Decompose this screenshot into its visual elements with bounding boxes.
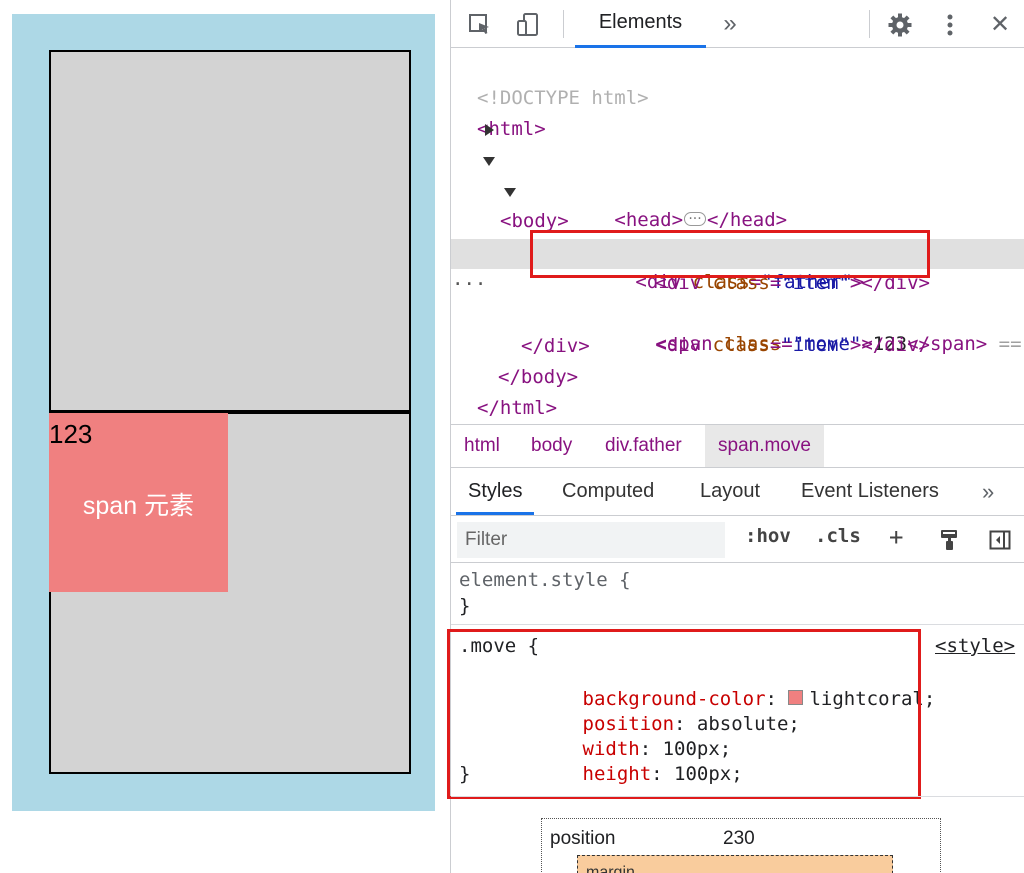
- dom-node-body[interactable]: <body>: [451, 146, 1024, 232]
- gear-icon[interactable]: [885, 10, 915, 40]
- filter-input[interactable]: [457, 522, 725, 558]
- tab-elements[interactable]: Elements: [575, 0, 706, 48]
- tab-computed[interactable]: Computed: [562, 468, 654, 515]
- tab-layout[interactable]: Layout: [700, 468, 760, 515]
- inspect-element-icon[interactable]: [465, 10, 495, 40]
- span-move-text: 123: [49, 419, 93, 449]
- rule-divider: [451, 796, 1024, 797]
- breadcrumb: html body div.father span.move: [451, 424, 1024, 468]
- span-caption: span 元素: [82, 492, 195, 520]
- dom-node-body-close[interactable]: </body>: [451, 332, 1024, 388]
- cls-button[interactable]: .cls: [815, 525, 861, 547]
- toolbar-separator: [563, 10, 564, 38]
- kebab-menu-icon[interactable]: [937, 10, 963, 40]
- highlight-box-dom: [530, 230, 930, 278]
- dom-node-div-father[interactable]: <div class="father">: [451, 177, 1024, 293]
- box-model-position-value[interactable]: 230: [723, 828, 755, 850]
- dom-node-head[interactable]: <head></head>: [451, 115, 1024, 234]
- breadcrumb-html[interactable]: html: [451, 425, 513, 467]
- devtools-panel: Elements » ✕ <!DOCTYPE html> <html> <hea…: [447, 0, 1024, 873]
- dom-node-html-close[interactable]: </html>: [451, 363, 1024, 419]
- box-model-margin-label: margin: [586, 864, 635, 873]
- stylesheet-source-link[interactable]: <style>: [935, 635, 1015, 657]
- close-icon[interactable]: ✕: [985, 8, 1015, 40]
- more-subtabs-icon[interactable]: »: [982, 468, 994, 515]
- dom-tree: <!DOCTYPE html> <html> <head></head> <bo…: [451, 50, 1024, 422]
- styles-subtabs: Styles Computed Layout Event Listeners »: [451, 468, 1024, 516]
- breadcrumb-span-move[interactable]: span.move: [705, 425, 824, 467]
- breadcrumb-div-father[interactable]: div.father: [592, 425, 695, 467]
- more-tabs-icon[interactable]: »: [717, 9, 743, 39]
- tab-styles[interactable]: Styles: [456, 468, 535, 515]
- devtools-toolbar: Elements » ✕: [451, 0, 1024, 48]
- filter-bar: :hov .cls +: [451, 517, 1024, 563]
- collapse-arrow-icon[interactable]: [483, 157, 495, 166]
- rule-divider: [451, 624, 1024, 625]
- styles-pane: element.style { } .move { <style> backgr…: [447, 564, 1024, 873]
- collapse-arrow-icon[interactable]: [504, 188, 516, 197]
- breadcrumb-body[interactable]: body: [518, 425, 585, 467]
- element-style-selector[interactable]: element.style {: [459, 568, 631, 593]
- new-rule-button[interactable]: +: [889, 523, 903, 551]
- hov-button[interactable]: :hov: [745, 525, 791, 547]
- page-preview: 123 span 元素: [12, 14, 435, 811]
- paint-roller-icon[interactable]: [937, 527, 963, 553]
- box-model-margin: margin: [577, 855, 893, 873]
- highlight-box-styles: [447, 629, 921, 799]
- dom-node-html[interactable]: <html>: [451, 84, 1024, 140]
- expand-arrow-icon[interactable]: [485, 124, 494, 136]
- element-style-close: }: [459, 595, 471, 617]
- dom-node-doctype[interactable]: <!DOCTYPE html>: [451, 53, 1024, 109]
- device-toolbar-icon[interactable]: [513, 10, 543, 40]
- dom-node-div-close[interactable]: </div>: [451, 301, 1024, 357]
- toolbar-separator: [869, 10, 870, 38]
- tab-event-listeners[interactable]: Event Listeners: [801, 468, 939, 515]
- box-model-position-label: position: [550, 828, 616, 849]
- box-model-diagram: position 230 margin: [541, 818, 941, 873]
- html-close-tag: </html>: [477, 397, 558, 419]
- span-move-box: 123 span 元素: [49, 413, 228, 592]
- toggle-sidebar-icon[interactable]: [987, 527, 1013, 553]
- item-box-top: [49, 50, 411, 412]
